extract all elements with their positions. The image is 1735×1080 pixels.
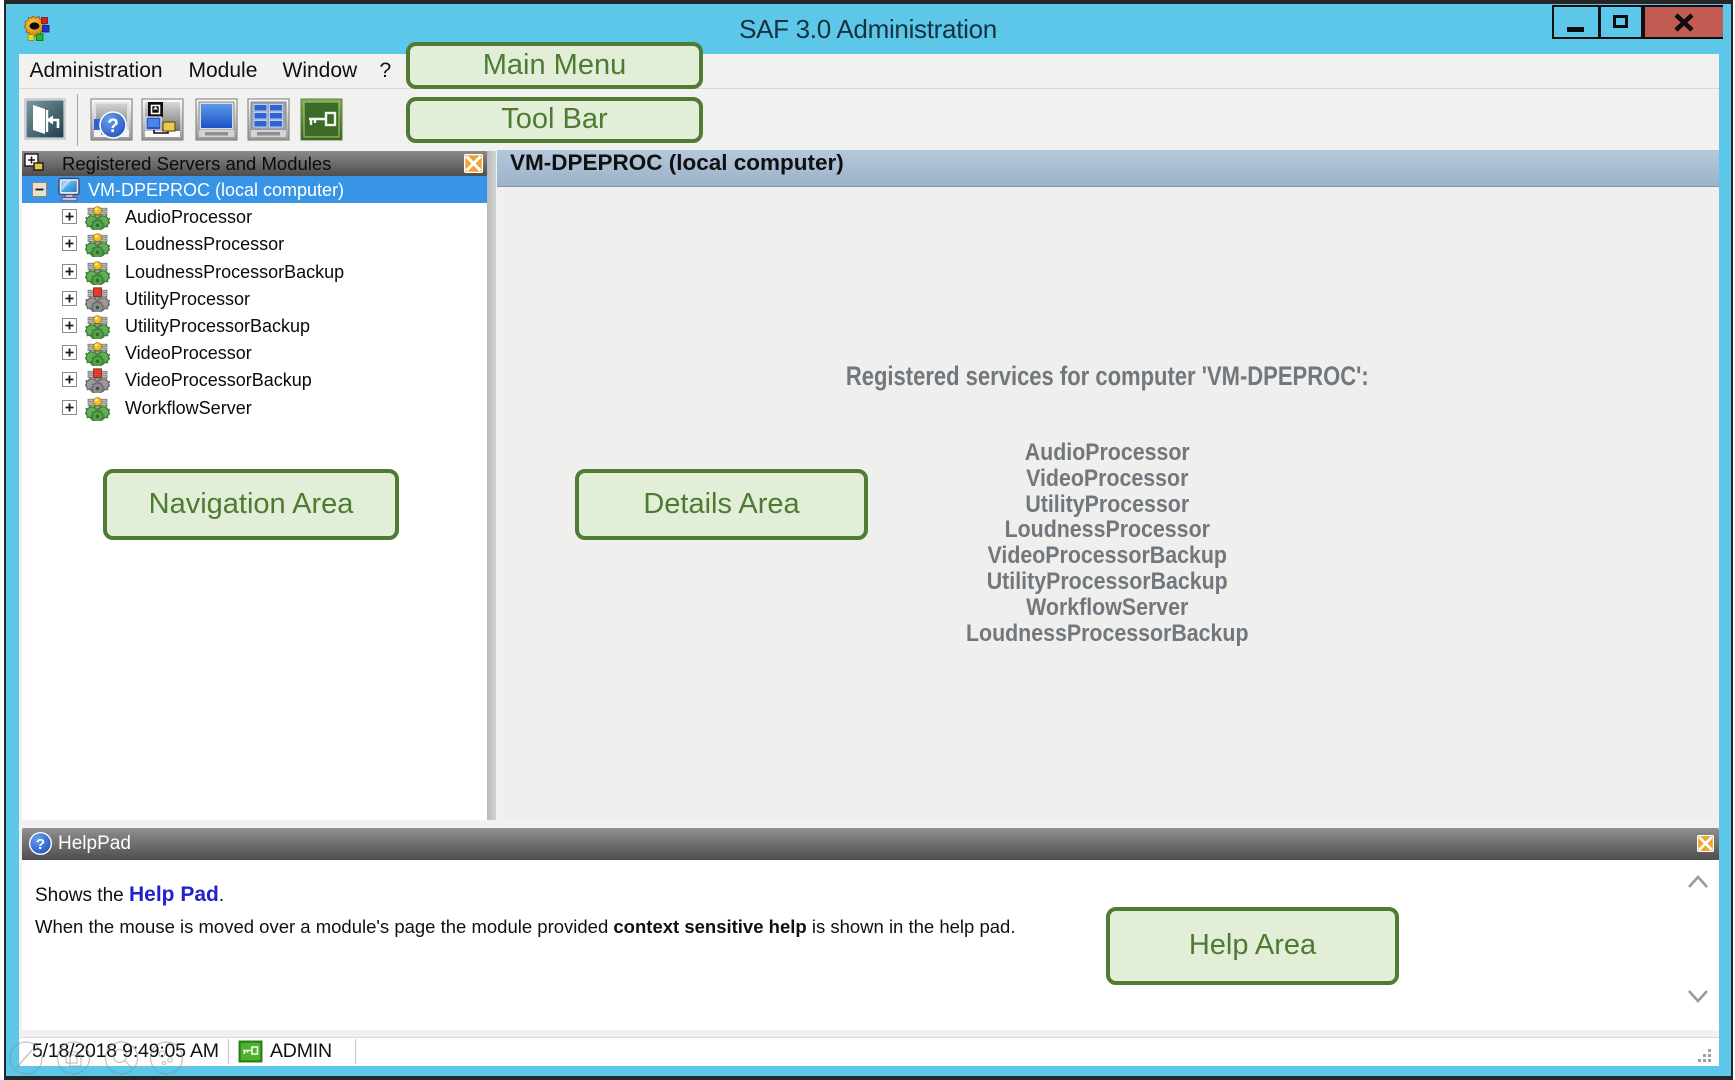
svg-text:?: ? — [36, 836, 45, 853]
svg-text:?: ? — [107, 116, 119, 137]
